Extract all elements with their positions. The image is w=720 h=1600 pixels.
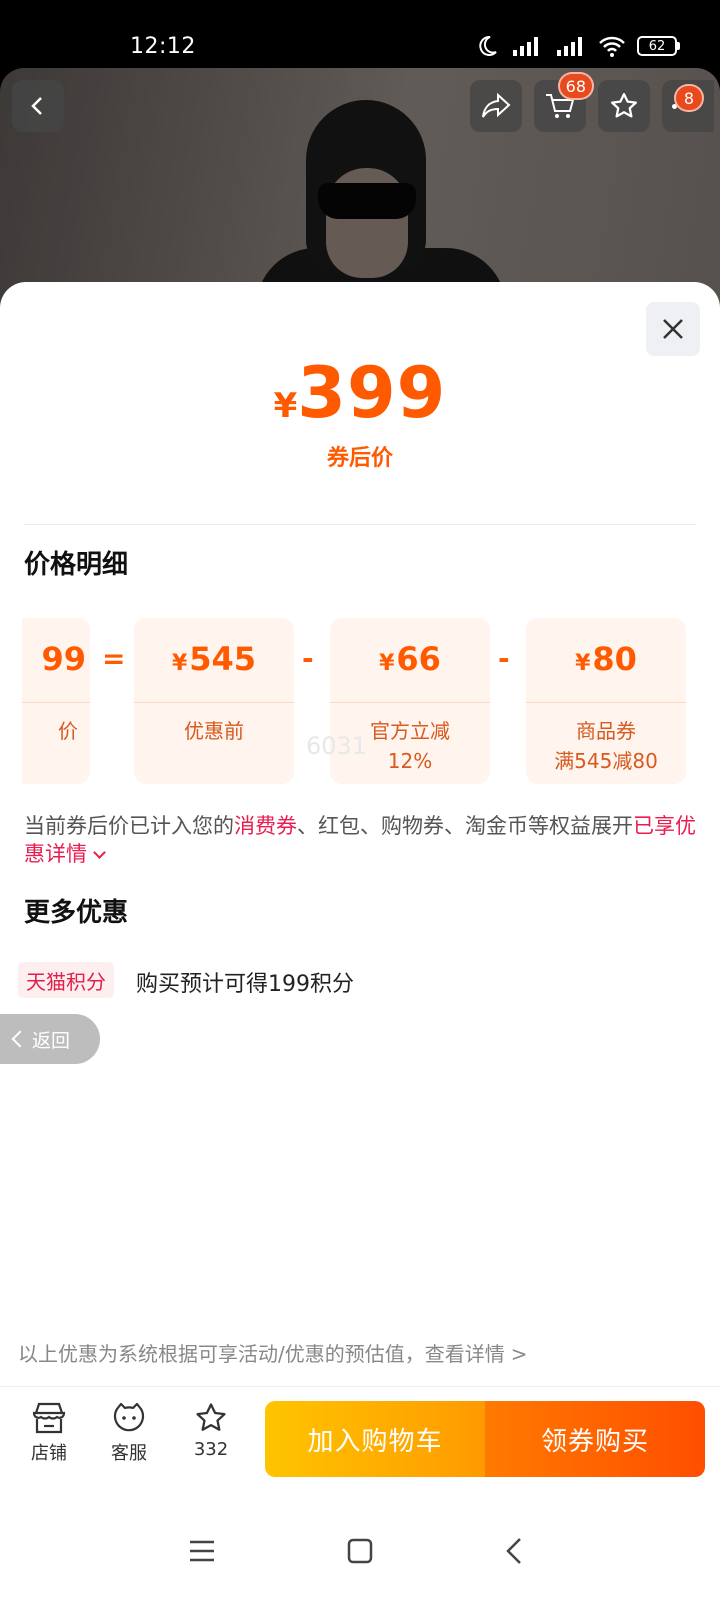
official-discount-label: 官方立减 (370, 719, 450, 743)
store-label: 店铺 (31, 1443, 67, 1464)
arrow-right-icon: > (510, 1342, 528, 1366)
coupon-value: 80 (592, 640, 637, 678)
return-label: 返回 (32, 1029, 71, 1052)
breakdown-title: 价格明细 (24, 550, 129, 580)
close-icon (663, 319, 683, 339)
buy-with-coupon-button[interactable]: 领券购买 (485, 1401, 705, 1477)
system-back-button[interactable] (484, 1526, 544, 1576)
home-square-icon (347, 1538, 373, 1564)
original-price: 545 (189, 640, 257, 678)
cart-button[interactable]: 68 (534, 72, 594, 132)
watermark: 6031 (306, 732, 368, 760)
cart-badge: 68 (557, 72, 594, 100)
wifi-icon (599, 36, 625, 57)
share-button[interactable] (470, 80, 522, 132)
store-icon (32, 1402, 66, 1434)
result-label: 价 (58, 719, 78, 743)
star-icon (196, 1403, 226, 1431)
store-button[interactable]: 店铺 (14, 1401, 84, 1465)
consumer-coupon-link[interactable]: 消费券 (234, 814, 297, 838)
price-detail-sheet: ¥399 券后价 价格明细 99 价 = ¥545 优惠前 - ¥66 官方立减… (0, 282, 720, 1600)
minus-sign: - (302, 642, 314, 675)
coupon-label: 商品券 (576, 719, 636, 743)
home-button[interactable] (330, 1526, 390, 1576)
favorites-count: 332 (193, 1439, 229, 1460)
product-image: 68 8 (0, 68, 720, 308)
price-breakdown[interactable]: 99 价 = ¥545 优惠前 - ¥66 官方立减 12% - ¥80 商品券满… (22, 618, 700, 788)
breakdown-card-coupon: ¥80 商品券 满545减80 (526, 618, 686, 784)
menu-icon (190, 1540, 214, 1562)
add-to-cart-button[interactable]: 加入购物车 (265, 1401, 485, 1477)
action-bar: 店铺 客服 332 加入购物车 领券购买 (0, 1386, 720, 1506)
price-caption: 券后价 (326, 446, 393, 471)
status-time: 12:12 (130, 34, 196, 59)
equals-sign: = (102, 642, 126, 675)
chevron-down-icon[interactable] (93, 846, 106, 859)
favorite-button[interactable] (598, 80, 650, 132)
status-icons: 62 (475, 34, 680, 58)
points-description: 购买预计可得199积分 (136, 972, 354, 997)
price-currency: ¥ (273, 386, 298, 426)
estimate-footnote[interactable]: 以上优惠为系统根据可享活动/优惠的预估值，查看详情 > (18, 1338, 528, 1367)
battery-indicator: 62 (637, 36, 680, 56)
status-bar: 12:12 62 (0, 0, 720, 70)
recent-apps-button[interactable] (172, 1526, 232, 1576)
price-note: 当前券后价已计入您的消费券、红包、购物券、淘金币等权益展开已享优惠详情 (24, 814, 696, 866)
battery-level: 62 (637, 36, 677, 56)
official-discount-value: 66 (396, 640, 441, 678)
system-navigation-bar (0, 1506, 720, 1600)
original-price-label: 优惠前 (184, 719, 244, 743)
customer-service-button[interactable]: 客服 (94, 1401, 164, 1465)
customer-service-icon (113, 1402, 145, 1432)
more-button[interactable]: 8 (662, 80, 714, 132)
divider (24, 524, 696, 525)
share-icon (482, 92, 511, 118)
messages-badge: 8 (674, 84, 704, 112)
signal-icon (513, 37, 538, 56)
favorites-button[interactable]: 332 (176, 1401, 246, 1460)
chevron-left-icon (31, 97, 42, 115)
tmall-points-tag: 天猫积分 (18, 962, 114, 998)
official-discount-percent: 12% (387, 749, 433, 773)
minus-sign-2: - (498, 642, 510, 675)
moon-icon (479, 35, 497, 56)
customer-service-label: 客服 (111, 1443, 147, 1464)
result-value: 99 (41, 640, 86, 678)
coupon-condition: 满545减80 (554, 749, 658, 773)
final-price: ¥399 (0, 352, 720, 434)
more-offers-title: 更多优惠 (24, 898, 129, 928)
close-button[interactable] (646, 302, 700, 356)
star-icon (611, 93, 637, 118)
signal-icon-2 (557, 37, 582, 56)
breakdown-card-original: ¥545 优惠前 (134, 618, 294, 784)
chevron-left-icon (11, 1030, 29, 1048)
price-value: 399 (297, 352, 447, 434)
chevron-left-icon (506, 1538, 521, 1564)
back-button[interactable] (12, 80, 64, 132)
return-button[interactable]: 返回 (0, 1014, 100, 1064)
result-card: 99 价 (22, 618, 90, 784)
